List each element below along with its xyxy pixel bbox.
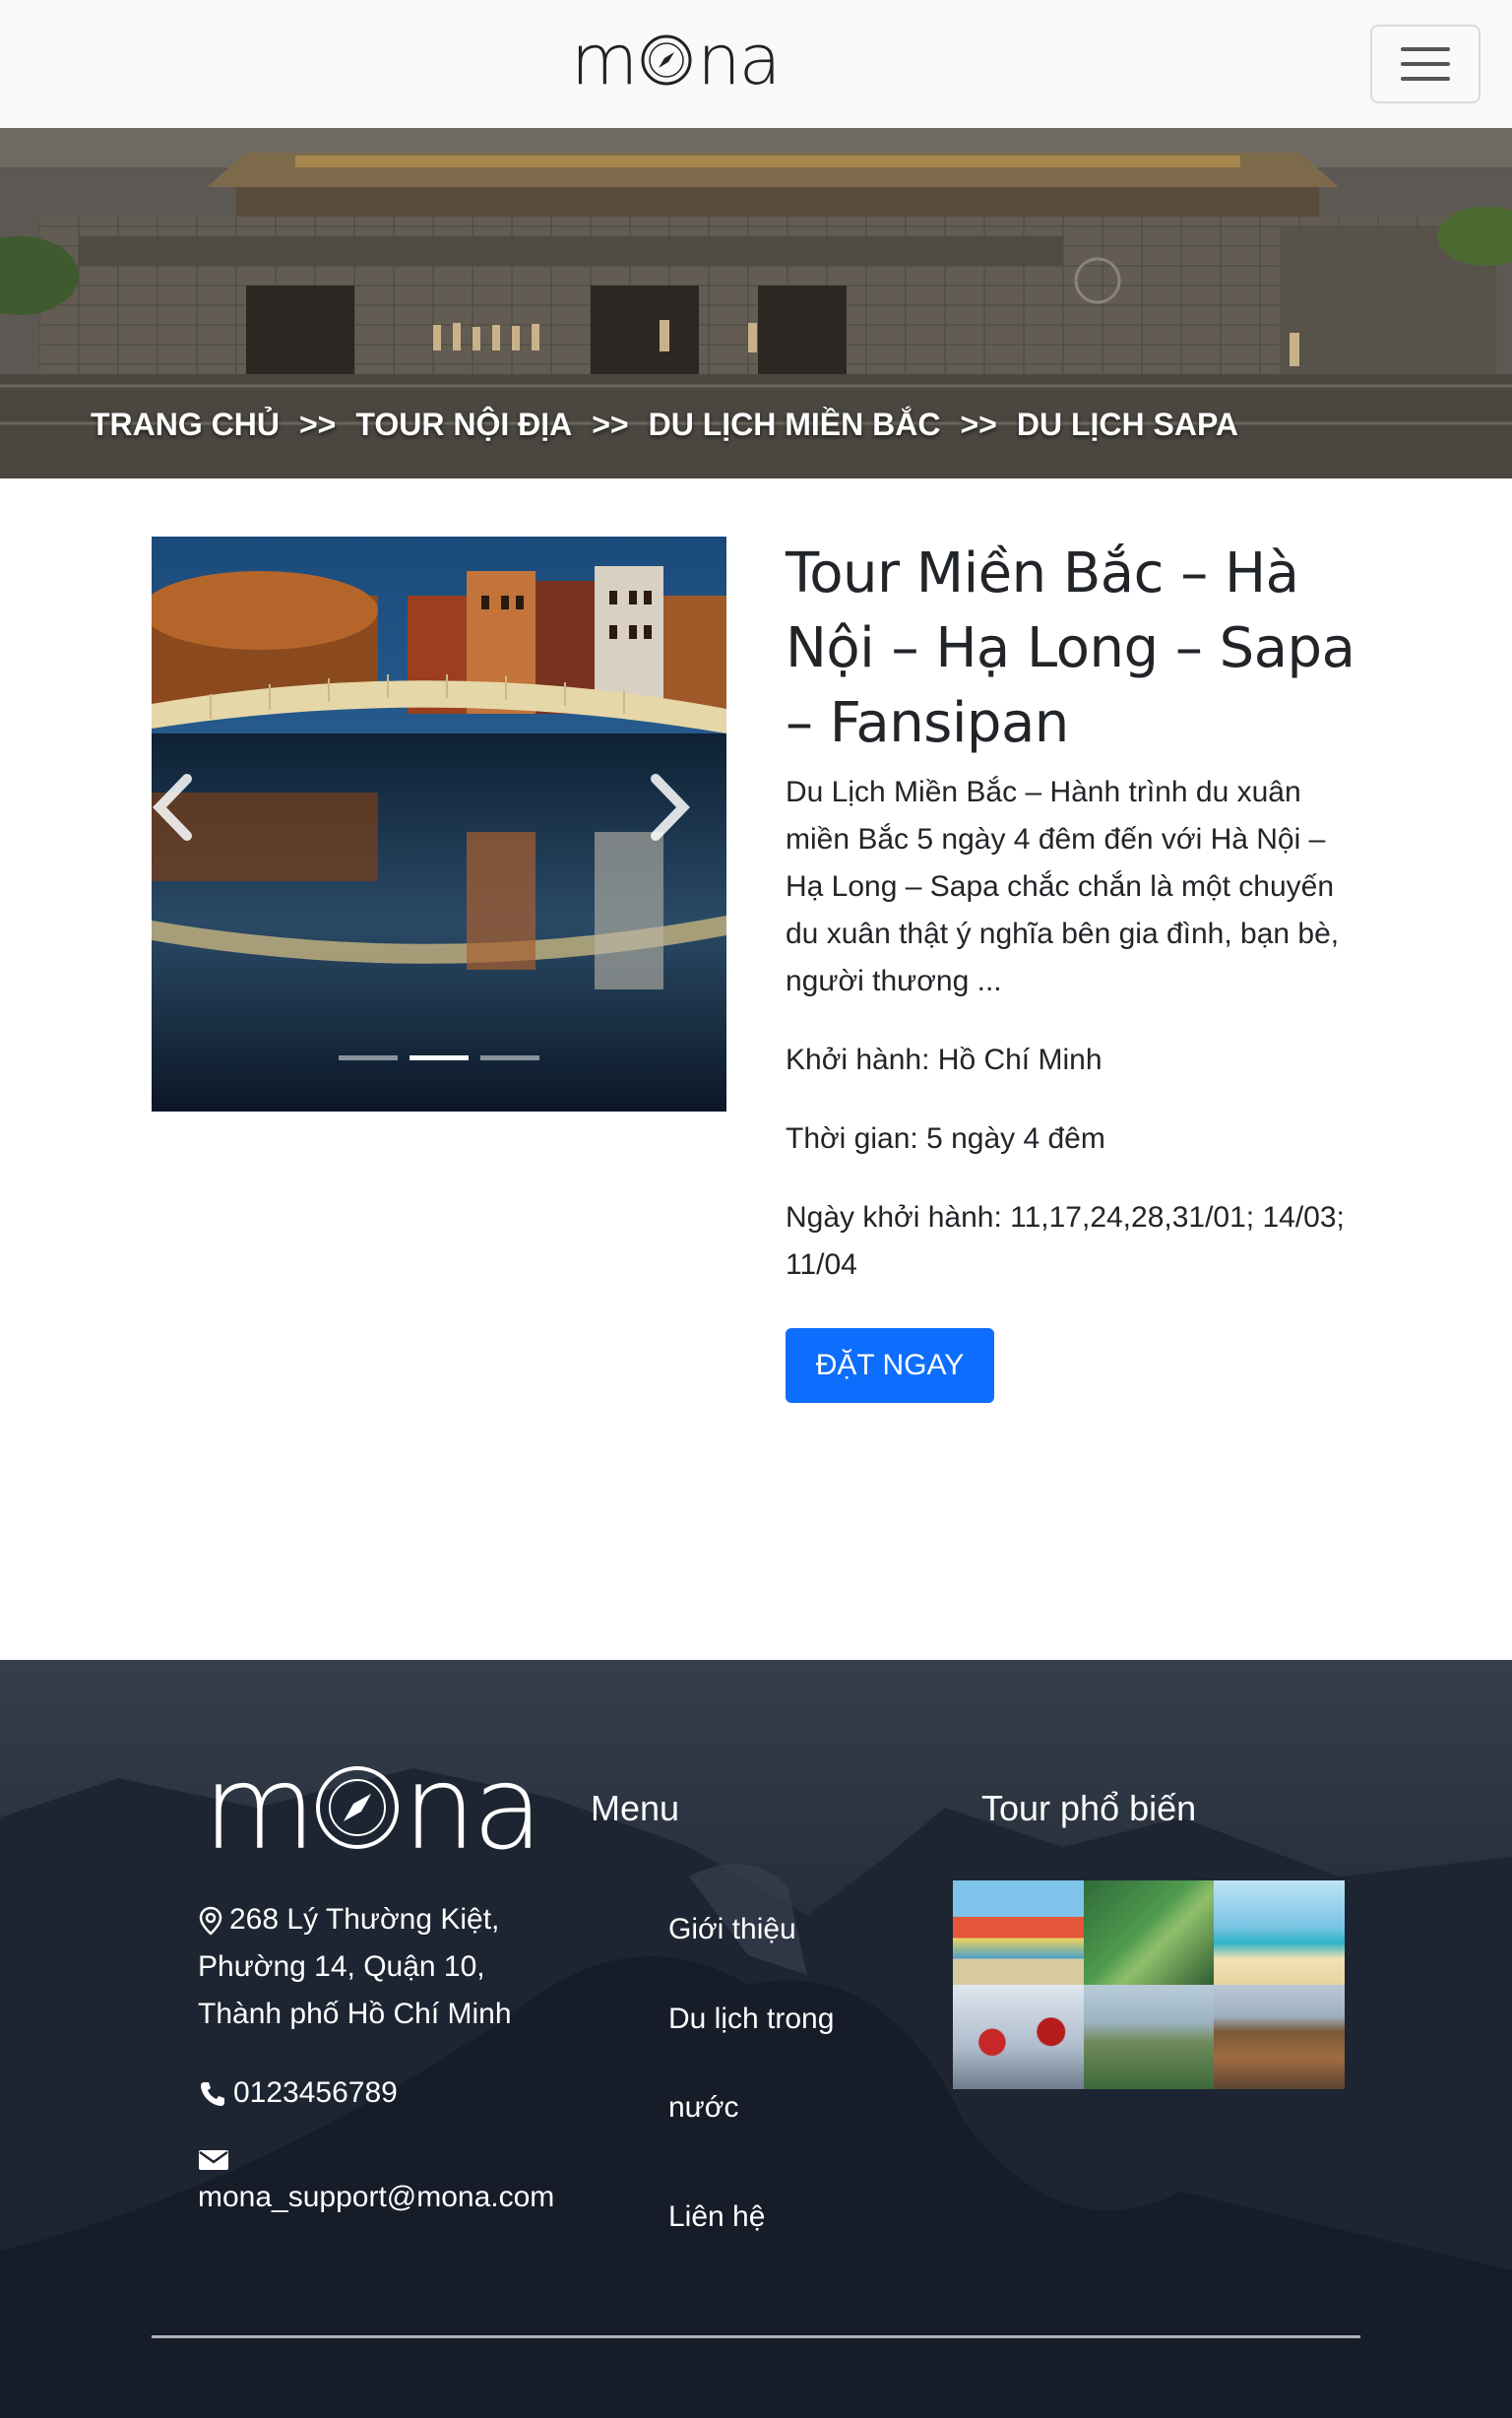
carousel-indicator[interactable]: [480, 1055, 539, 1060]
hamburger-line: [1401, 62, 1450, 66]
chevron-left-icon: [153, 774, 192, 841]
carousel-indicators: [152, 1055, 726, 1060]
breadcrumb-item-sapa-travel[interactable]: DU LỊCH SAPA: [1017, 407, 1238, 443]
gallery-thumb-tropical-beach[interactable]: [1214, 1880, 1345, 1985]
gallery-thumb-castle-hill[interactable]: [1083, 1985, 1215, 2089]
compass-icon: [315, 1766, 399, 1849]
brand-logo[interactable]: m na: [571, 20, 781, 100]
envelope-icon: [199, 2150, 228, 2170]
footer-logo-text: m: [203, 1740, 316, 1876]
breadcrumb-item-domestic-tour[interactable]: TOUR NỘI ĐỊA: [355, 407, 572, 443]
gallery-thumb-cable-car[interactable]: [953, 1985, 1084, 2089]
breadcrumb-separator: >>: [298, 407, 337, 442]
carousel-indicator[interactable]: [339, 1055, 398, 1060]
hero-banner: TRANG CHỦ >> TOUR NỘI ĐỊA >> DU LỊCH MIỀ…: [0, 128, 1512, 478]
breadcrumb-item-home[interactable]: TRANG CHỦ: [91, 407, 280, 443]
footer-address-row: 268 Lý Thường Kiệt, Phường 14, Quận 10, …: [198, 1896, 572, 2038]
carousel-slide-image: [152, 537, 726, 1112]
breadcrumb: TRANG CHỦ >> TOUR NỘI ĐỊA >> DU LỊCH MIỀ…: [91, 407, 1238, 443]
carousel-indicator-active[interactable]: [410, 1055, 469, 1060]
footer-email[interactable]: mona_support@mona.com: [198, 2181, 554, 2213]
book-now-button[interactable]: ĐẶT NGAY: [786, 1328, 994, 1403]
navbar: m na: [0, 0, 1512, 128]
phone-icon: [201, 2082, 224, 2107]
footer-menu-item-domestic[interactable]: Du lịch trong nước: [668, 1975, 895, 2152]
footer-address: 268 Lý Thường Kiệt, Phường 14, Quận 10, …: [198, 1903, 512, 2030]
gallery-thumb-imperial-gate[interactable]: [1214, 1985, 1345, 2089]
tour-departure: Khởi hành: Hồ Chí Minh: [786, 1044, 1102, 1076]
tour-image-carousel: [152, 537, 726, 1112]
brand-logo-text: m: [571, 20, 638, 100]
gallery-thumb-beach-huts[interactable]: [953, 1880, 1084, 1985]
hamburger-line: [1401, 77, 1450, 81]
brand-logo-text-tail: na: [697, 20, 781, 100]
compass-icon: [641, 34, 692, 86]
map-pin-icon: [199, 1906, 222, 1936]
footer-email-row: mona_support@mona.com: [198, 2148, 572, 2221]
popular-tour-gallery: [953, 1880, 1345, 2089]
carousel-prev-button[interactable]: [152, 773, 230, 871]
footer-phone-row: 0123456789: [198, 2069, 572, 2117]
footer: m na Menu Tour phổ biến 268 Lý Thường Ki…: [0, 1660, 1512, 2418]
tour-title: Tour Miền Bắc – Hà Nội – Hạ Long – Sapa …: [786, 541, 1355, 755]
hamburger-line: [1401, 47, 1450, 51]
footer-phone[interactable]: 0123456789: [233, 2076, 398, 2109]
footer-menu: Giới thiệu Du lịch trong nước Liên hệ: [668, 1906, 895, 2241]
tour-duration: Thời gian: 5 ngày 4 đêm: [786, 1122, 1105, 1155]
gallery-thumb-mountain-road[interactable]: [1083, 1880, 1215, 1985]
footer-menu-item-contact[interactable]: Liên hệ: [668, 2194, 895, 2241]
breadcrumb-separator: >>: [592, 407, 629, 442]
footer-contact: 268 Lý Thường Kiệt, Phường 14, Quận 10, …: [198, 1896, 572, 2253]
footer-menu-item-about[interactable]: Giới thiệu: [668, 1906, 895, 1953]
footer-logo[interactable]: m na: [203, 1740, 543, 1876]
tour-detail: Tour Miền Bắc – Hà Nội – Hạ Long – Sapa …: [786, 537, 1366, 1289]
tour-dates: Ngày khởi hành: 11,17,24,28,31/01; 14/03…: [786, 1201, 1345, 1281]
tour-description: Du Lịch Miền Bắc – Hành trình du xuân mi…: [786, 776, 1340, 997]
chevron-right-icon: [651, 774, 690, 841]
breadcrumb-separator: >>: [960, 407, 997, 442]
carousel-next-button[interactable]: [648, 773, 726, 871]
footer-popular-title: Tour phổ biến: [981, 1788, 1197, 1828]
menu-toggle-button[interactable]: [1370, 25, 1480, 103]
footer-logo-text-tail: na: [402, 1740, 543, 1876]
breadcrumb-item-northern-travel[interactable]: DU LỊCH MIỀN BẮC: [649, 407, 941, 443]
footer-menu-title: Menu: [591, 1788, 680, 1828]
footer-divider: [152, 2335, 1360, 2338]
